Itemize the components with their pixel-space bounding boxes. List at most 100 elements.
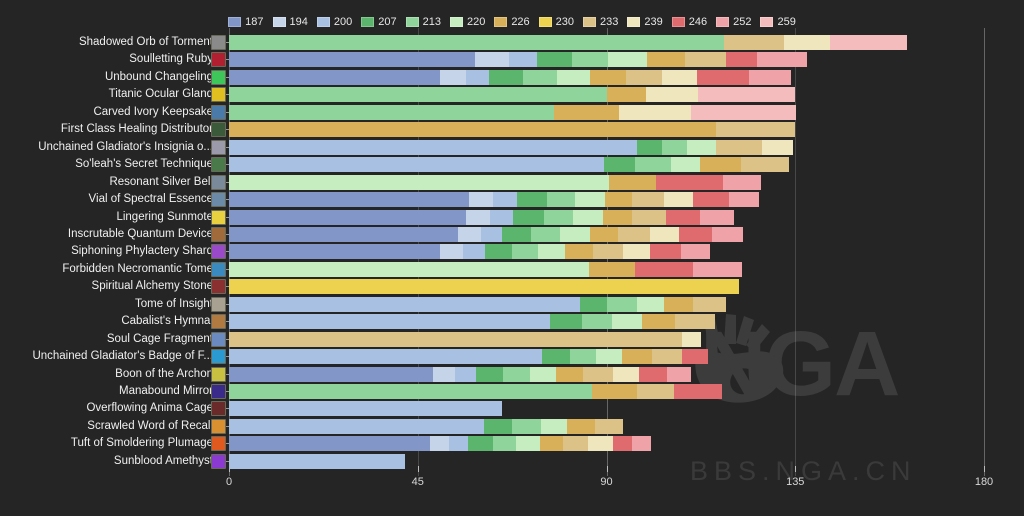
bar-segment[interactable] bbox=[556, 69, 591, 85]
bar-segment[interactable] bbox=[621, 349, 652, 365]
legend-item[interactable]: 239 bbox=[627, 16, 663, 28]
bar-segment[interactable] bbox=[664, 192, 694, 208]
stacked-bar[interactable] bbox=[229, 436, 652, 452]
bar-segment[interactable] bbox=[607, 296, 637, 312]
bar-segment[interactable] bbox=[762, 139, 793, 155]
bar-segment[interactable] bbox=[468, 436, 493, 452]
bar-segment[interactable] bbox=[723, 174, 762, 190]
bar-segment[interactable] bbox=[516, 192, 547, 208]
bar-segment[interactable] bbox=[638, 366, 667, 382]
item-icon[interactable] bbox=[211, 418, 226, 434]
stacked-bar[interactable] bbox=[229, 139, 793, 155]
bar-segment[interactable] bbox=[602, 209, 632, 225]
bar-segment[interactable] bbox=[685, 52, 726, 68]
bar-segment[interactable] bbox=[546, 192, 575, 208]
item-icon[interactable] bbox=[211, 87, 226, 103]
bar-segment[interactable] bbox=[575, 192, 606, 208]
bar-segment[interactable] bbox=[229, 35, 724, 50]
bar-segment[interactable] bbox=[674, 314, 716, 330]
bar-row[interactable]: Vial of Spectral Essence bbox=[0, 191, 1024, 208]
stacked-bar[interactable] bbox=[229, 35, 908, 50]
bar-segment[interactable] bbox=[626, 69, 663, 85]
bar-segment[interactable] bbox=[229, 122, 716, 138]
bar-segment[interactable] bbox=[440, 69, 466, 85]
bar-segment[interactable] bbox=[583, 366, 613, 382]
item-icon[interactable] bbox=[211, 279, 226, 295]
stacked-bar[interactable] bbox=[229, 52, 808, 68]
bar-row[interactable]: Lingering Sunmote bbox=[0, 209, 1024, 226]
stacked-bar[interactable] bbox=[229, 174, 762, 190]
bar-segment[interactable] bbox=[554, 104, 620, 120]
item-icon[interactable] bbox=[211, 366, 226, 382]
item-icon[interactable] bbox=[211, 331, 226, 347]
bar-segment[interactable] bbox=[540, 418, 568, 434]
bar-segment[interactable] bbox=[650, 226, 679, 242]
bar-segment[interactable] bbox=[523, 69, 557, 85]
item-icon[interactable] bbox=[211, 226, 226, 242]
stacked-bar[interactable] bbox=[229, 122, 796, 138]
bar-segment[interactable] bbox=[229, 209, 467, 225]
bar-segment[interactable] bbox=[229, 279, 739, 295]
bar-segment[interactable] bbox=[489, 209, 513, 225]
bar-row[interactable]: Boon of the Archon bbox=[0, 366, 1024, 383]
bar-segment[interactable] bbox=[229, 401, 502, 417]
bar-segment[interactable] bbox=[457, 226, 481, 242]
item-icon[interactable] bbox=[211, 314, 226, 330]
stacked-bar[interactable] bbox=[229, 104, 797, 120]
bar-segment[interactable] bbox=[589, 226, 619, 242]
bar-segment[interactable] bbox=[678, 226, 712, 242]
bar-segment[interactable] bbox=[649, 244, 681, 260]
bar-segment[interactable] bbox=[728, 192, 760, 208]
stacked-bar[interactable] bbox=[229, 87, 796, 103]
item-icon[interactable] bbox=[211, 261, 226, 277]
bar-segment[interactable] bbox=[503, 366, 530, 382]
bar-row[interactable]: Sunblood Amethyst bbox=[0, 453, 1024, 470]
bar-segment[interactable] bbox=[455, 366, 477, 382]
bar-segment[interactable] bbox=[569, 349, 596, 365]
item-icon[interactable] bbox=[211, 192, 226, 208]
bar-segment[interactable] bbox=[740, 157, 790, 173]
bar-segment[interactable] bbox=[229, 314, 551, 330]
bar-segment[interactable] bbox=[637, 384, 675, 399]
bar-segment[interactable] bbox=[476, 366, 504, 382]
bar-segment[interactable] bbox=[656, 174, 724, 190]
item-icon[interactable] bbox=[211, 174, 226, 190]
bar-row[interactable]: Scrawled Word of Recall bbox=[0, 418, 1024, 435]
bar-segment[interactable] bbox=[573, 209, 603, 225]
bar-segment[interactable] bbox=[666, 366, 692, 382]
bar-segment[interactable] bbox=[692, 261, 742, 277]
bar-row[interactable]: Resonant Silver Bell bbox=[0, 174, 1024, 191]
legend-item[interactable]: 187 bbox=[228, 16, 264, 28]
bar-row[interactable]: Titanic Ocular Gland bbox=[0, 86, 1024, 103]
bar-segment[interactable] bbox=[693, 192, 729, 208]
stacked-bar[interactable] bbox=[229, 157, 790, 173]
bar-segment[interactable] bbox=[229, 157, 604, 173]
bar-segment[interactable] bbox=[540, 436, 563, 452]
bar-segment[interactable] bbox=[530, 226, 560, 242]
stacked-bar[interactable] bbox=[229, 261, 742, 277]
stacked-bar[interactable] bbox=[229, 384, 722, 399]
bar-segment[interactable] bbox=[229, 436, 431, 452]
bar-segment[interactable] bbox=[647, 52, 686, 68]
bar-segment[interactable] bbox=[466, 209, 490, 225]
legend-item[interactable]: 213 bbox=[405, 16, 441, 28]
bar-segment[interactable] bbox=[634, 261, 693, 277]
bar-segment[interactable] bbox=[651, 349, 683, 365]
bar-segment[interactable] bbox=[559, 226, 590, 242]
bar-segment[interactable] bbox=[229, 226, 458, 242]
item-icon[interactable] bbox=[211, 436, 226, 452]
bar-segment[interactable] bbox=[432, 366, 456, 382]
legend-item[interactable]: 246 bbox=[671, 16, 707, 28]
bar-segment[interactable] bbox=[430, 436, 449, 452]
bar-segment[interactable] bbox=[748, 69, 792, 85]
bar-segment[interactable] bbox=[465, 69, 489, 85]
bar-segment[interactable] bbox=[636, 296, 664, 312]
bar-segment[interactable] bbox=[492, 436, 517, 452]
bar-segment[interactable] bbox=[567, 418, 596, 434]
bar-segment[interactable] bbox=[562, 436, 589, 452]
bar-segment[interactable] bbox=[529, 366, 556, 382]
legend-item[interactable]: 230 bbox=[538, 16, 574, 28]
legend-item[interactable]: 226 bbox=[494, 16, 530, 28]
bar-segment[interactable] bbox=[619, 104, 691, 120]
stacked-bar[interactable] bbox=[229, 418, 623, 434]
